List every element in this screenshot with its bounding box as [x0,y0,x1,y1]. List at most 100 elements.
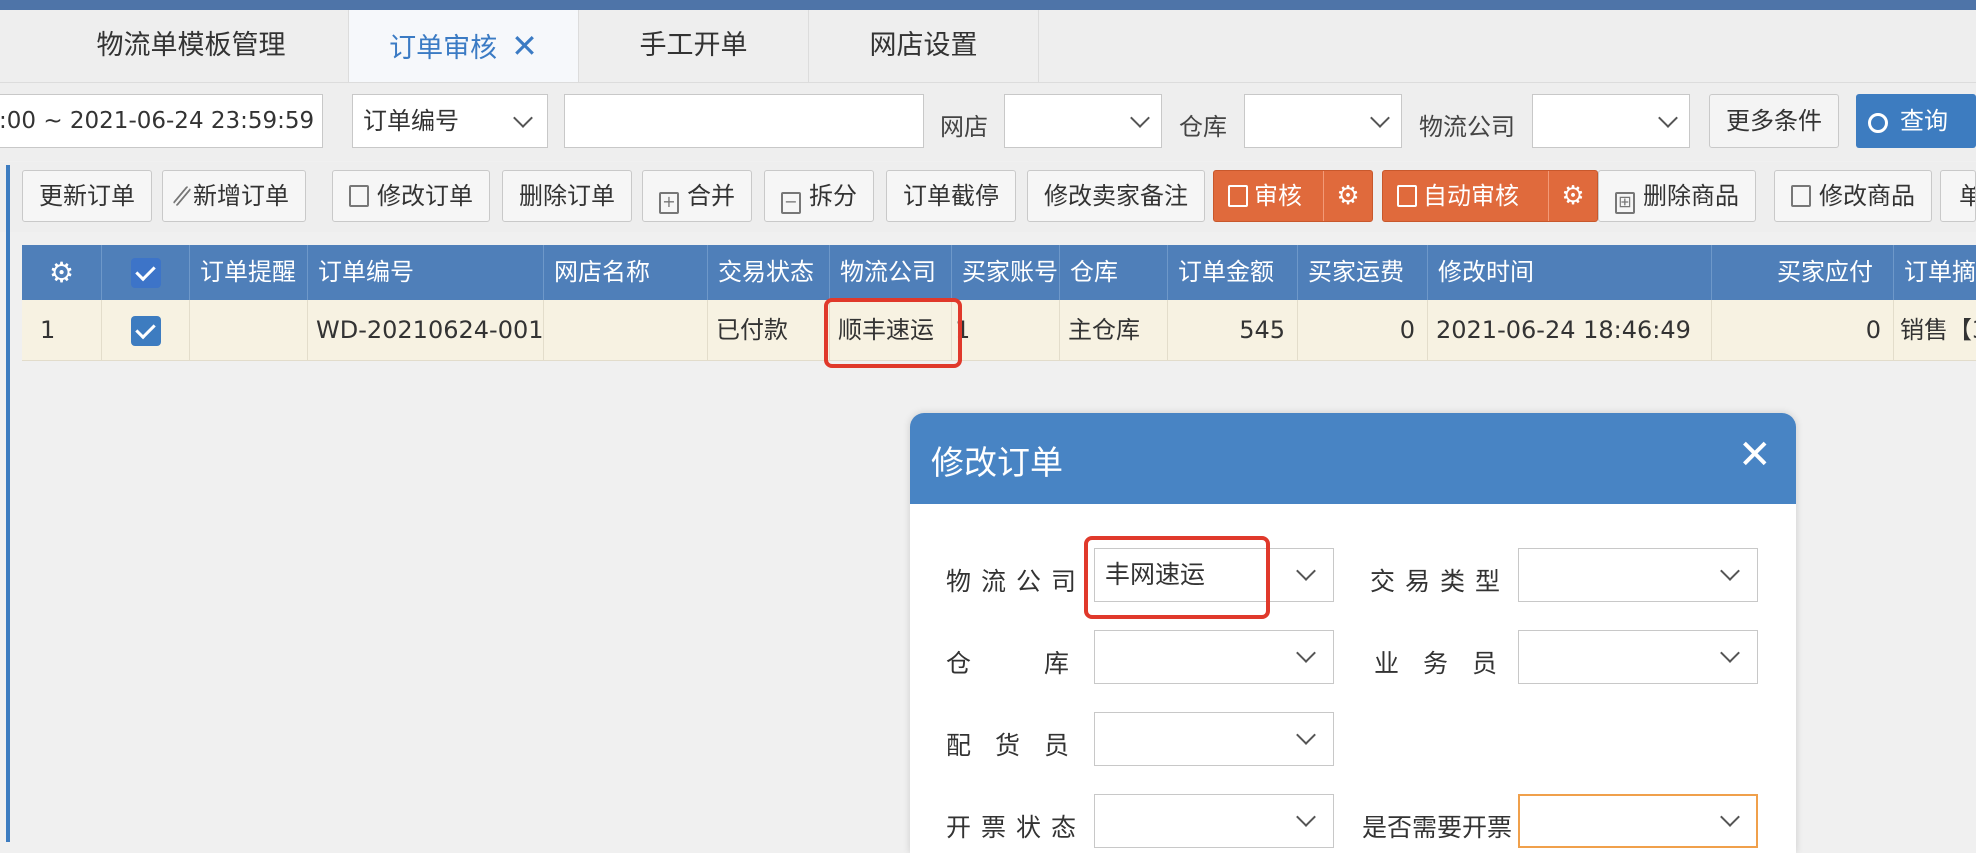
row-index: 1 [22,300,102,360]
col-modified[interactable]: 修改时间 [1428,245,1712,300]
trade-type-label: 交易类型 [1370,567,1511,596]
edit-icon [1791,185,1811,207]
invoice-status-select[interactable] [1094,794,1334,848]
field-select-value: 订单编号 [363,107,459,135]
col-warehouse[interactable]: 仓库 [1060,245,1168,300]
chevron-down-icon [1296,807,1316,827]
left-panel-border [6,165,10,842]
gear-icon[interactable]: ⚙ [1548,171,1597,221]
cell-modified: 2021-06-24 18:46:49 [1428,300,1712,360]
query-button[interactable]: 查询 [1856,94,1976,148]
button-label: 拆分 [809,182,857,210]
tab-store-settings[interactable]: 网店设置 [809,10,1039,82]
col-payable[interactable]: 买家应付 [1712,245,1894,300]
delete-order-button[interactable]: 删除订单 [502,170,632,222]
pencil-icon [172,185,192,207]
col-logistics[interactable]: 物流公司 [830,245,952,300]
more-conditions-button[interactable]: 更多条件 [1709,94,1839,148]
warehouse-select[interactable] [1244,94,1402,148]
store-label: 网店 [940,113,988,141]
cell-order-no: WD-20210624-001 [308,300,544,360]
select-all-checkbox[interactable] [102,245,190,300]
need-invoice-label: 是否需要开票 [1362,813,1513,842]
chevron-down-icon [1720,643,1740,663]
tab-manual-order[interactable]: 手工开单 [579,10,809,82]
warehouse-select[interactable] [1094,630,1334,684]
cell-buyer: 1 [952,300,1060,360]
cell-payable: 0 [1712,300,1894,360]
action-toolbar: 更新订单 新增订单 修改订单 删除订单 + 合并 − 拆分 订单截停 修改卖家备注 … [0,162,1976,232]
add-order-button[interactable]: 新增订单 [162,170,306,222]
button-label: 新增订单 [193,182,289,210]
chevron-down-icon [1658,108,1678,128]
edit-goods-button[interactable]: 修改商品 [1774,170,1932,222]
col-reminder[interactable]: 订单提醒 [190,245,308,300]
edit-order-dialog: 修改订单 ✕ 物流公司 丰网速运 交易类型 仓 库 业务员 配货员 开票状态 是… [910,413,1796,853]
settings-gear-icon[interactable]: ⚙ [22,245,102,300]
salesman-label: 业务员 [1374,649,1522,678]
button-label: 单 [1959,182,1975,210]
audit-button[interactable]: 审核 ⚙ [1213,170,1373,222]
delete-goods-button[interactable]: ⊞ 删除商品 [1598,170,1756,222]
cell-status: 已付款 [708,300,830,360]
top-accent-bar [0,0,1976,10]
refresh-orders-button[interactable]: 更新订单 [22,170,152,222]
chevron-down-icon [1296,561,1316,581]
chevron-down-icon [1370,108,1390,128]
search-input[interactable] [564,94,924,148]
checkbox[interactable] [130,258,161,288]
button-label: 合并 [687,182,735,210]
edit-order-button[interactable]: 修改订单 [332,170,490,222]
tab-label: 网店设置 [869,30,978,61]
chevron-down-icon [1130,108,1150,128]
col-buyer[interactable]: 买家账号 [952,245,1060,300]
col-status[interactable]: 交易状态 [708,245,830,300]
merge-icon: + [659,192,679,214]
button-label: 修改商品 [1819,182,1915,210]
chevron-down-icon [1720,561,1740,581]
col-freight[interactable]: 买家运费 [1298,245,1428,300]
edit-icon [349,185,369,207]
table-row[interactable]: 1 WD-20210624-001 已付款 顺丰速运 1 主仓库 545 0 2… [22,300,1976,361]
tab-order-audit[interactable]: 订单审核 ✕ [349,10,579,82]
store-select[interactable] [1004,94,1162,148]
invoice-status-label: 开票状态 [946,813,1087,842]
field-select[interactable]: 订单编号 [352,94,548,148]
col-store[interactable]: 网店名称 [544,245,708,300]
need-invoice-select[interactable] [1518,794,1758,848]
chevron-down-icon [1296,725,1316,745]
cell-amount: 545 [1168,300,1298,360]
tab-label: 物流单模板管理 [96,30,286,61]
trade-type-select[interactable] [1518,548,1758,602]
logistics-label: 物流公司 [1419,113,1515,141]
salesman-select[interactable] [1518,630,1758,684]
cell-store [544,300,708,360]
cell-freight: 0 [1298,300,1428,360]
row-checkbox[interactable] [102,300,190,360]
col-amount[interactable]: 订单金额 [1168,245,1298,300]
search-icon [1868,113,1888,133]
logistics-highlight [824,298,962,368]
picker-select[interactable] [1094,712,1334,766]
order-stop-button[interactable]: 订单截停 [886,170,1016,222]
checkbox[interactable] [130,316,161,346]
close-icon[interactable]: ✕ [511,27,538,65]
col-order-no[interactable]: 订单编号 [308,245,544,300]
auto-audit-button[interactable]: 自动审核 ⚙ [1382,170,1598,222]
logistics-select[interactable] [1532,94,1690,148]
button-label: 删除商品 [1643,182,1739,210]
more-toolbar-button[interactable]: 单 [1940,170,1976,222]
gear-icon[interactable]: ⚙ [1323,171,1372,221]
col-summary[interactable]: 订单摘 [1894,245,1976,300]
dialog-title: 修改订单 [931,443,1063,482]
button-label: 修改订单 [377,182,473,210]
warehouse-label: 仓库 [1179,113,1227,141]
tab-logistics-template[interactable]: 物流单模板管理 [34,10,349,82]
close-icon[interactable]: ✕ [1738,433,1772,477]
cell-reminder [190,300,308,360]
edit-seller-note-button[interactable]: 修改卖家备注 [1027,170,1205,222]
chevron-down-icon [513,108,533,128]
split-button[interactable]: − 拆分 [764,170,874,222]
merge-button[interactable]: + 合并 [642,170,752,222]
date-range-input[interactable]: :00 ~ 2021-06-24 23:59:59 [0,94,323,148]
